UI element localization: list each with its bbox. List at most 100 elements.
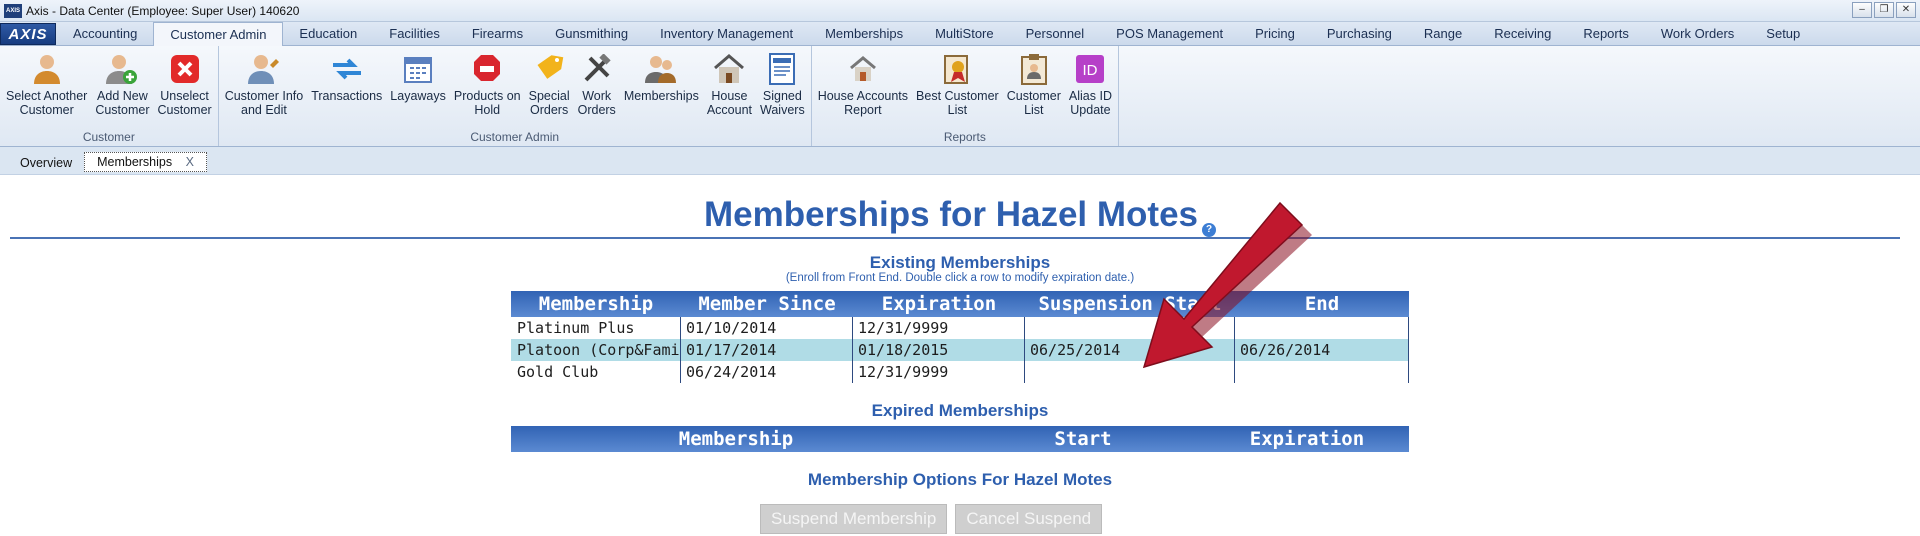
minimize-button[interactable]: – — [1852, 2, 1872, 18]
house-accounts-report-button[interactable]: House Accounts Report — [814, 46, 912, 130]
members-icon — [644, 52, 678, 86]
existing-memberships-table: Membership Member Since Expiration Suspe… — [511, 291, 1409, 383]
table-row[interactable]: Gold Club 06/24/2014 12/31/9999 — [511, 361, 1409, 383]
column-header-member-since[interactable]: Member Since — [681, 291, 853, 317]
cell-suspension-start: 06/25/2014 — [1025, 339, 1235, 361]
button-label: Unselect Customer — [157, 89, 212, 117]
button-label: Best Customer List — [916, 89, 999, 117]
tab-multistore[interactable]: MultiStore — [919, 23, 1010, 45]
button-label: Signed Waivers — [760, 89, 805, 117]
person-icon — [30, 52, 64, 86]
cancel-suspend-button[interactable]: Cancel Suspend — [955, 504, 1103, 534]
person-edit-icon — [247, 52, 281, 86]
tab-education[interactable]: Education — [283, 23, 373, 45]
page-title: Memberships for Hazel Motes? — [0, 195, 1920, 237]
select-another-customer-button[interactable]: Select Another Customer — [2, 46, 91, 130]
tab-purchasing[interactable]: Purchasing — [1311, 23, 1408, 45]
house-account-button[interactable]: House Account — [703, 46, 756, 130]
signed-waivers-button[interactable]: Signed Waivers — [756, 46, 809, 130]
layaways-button[interactable]: Layaways — [386, 46, 450, 130]
existing-memberships-note: (Enroll from Front End. Double click a r… — [785, 272, 1135, 284]
add-new-customer-button[interactable]: Add New Customer — [91, 46, 153, 130]
cell-expiration: 01/18/2015 — [853, 339, 1025, 361]
best-customer-list-button[interactable]: Best Customer List — [912, 46, 1003, 130]
cell-end: 06/26/2014 — [1235, 339, 1409, 361]
waiver-document-icon — [765, 52, 799, 86]
customer-list-button[interactable]: Customer List — [1003, 46, 1065, 130]
cell-suspension-start — [1025, 317, 1235, 339]
help-icon[interactable]: ? — [1202, 223, 1216, 237]
tab-pricing[interactable]: Pricing — [1239, 23, 1311, 45]
title-bar: AXIS Axis - Data Center (Employee: Super… — [0, 0, 1920, 22]
maximize-button[interactable]: ❐ — [1874, 2, 1894, 18]
award-list-icon — [940, 52, 974, 86]
tab-receiving[interactable]: Receiving — [1478, 23, 1567, 45]
column-header-expiration[interactable]: Expiration — [1205, 426, 1409, 452]
work-orders-button[interactable]: Work Orders — [574, 46, 620, 130]
cell-end — [1235, 361, 1409, 383]
customer-info-edit-button[interactable]: Customer Info and Edit — [221, 46, 308, 130]
tab-pos-management[interactable]: POS Management — [1100, 23, 1239, 45]
hold-icon — [470, 52, 504, 86]
column-header-membership[interactable]: Membership — [511, 291, 681, 317]
clipboard-list-icon — [1017, 52, 1051, 86]
title-divider — [10, 237, 1900, 239]
column-header-start[interactable]: Start — [961, 426, 1205, 452]
suspend-membership-button[interactable]: Suspend Membership — [760, 504, 948, 534]
ribbon-tab-bar: AXIS Accounting Customer Admin Education… — [0, 22, 1920, 46]
column-header-suspension-start[interactable]: Suspension Start — [1025, 291, 1235, 317]
doc-tab-label: Memberships — [97, 155, 173, 169]
table-row[interactable]: Platinum Plus 01/10/2014 12/31/9999 — [511, 317, 1409, 339]
group-label-customer-admin: Customer Admin — [470, 130, 560, 144]
expired-memberships-table: Membership Start Expiration — [511, 426, 1409, 452]
products-on-hold-button[interactable]: Products on Hold — [450, 46, 525, 130]
ribbon-group-customer-admin: Customer Info and Edit Transactions Laya… — [219, 46, 812, 146]
table-row-selected[interactable]: Platoon (Corp&Family) 01/17/2014 01/18/2… — [511, 339, 1409, 361]
tab-accounting[interactable]: Accounting — [57, 23, 153, 45]
tab-memberships[interactable]: Memberships — [809, 23, 919, 45]
tab-personnel[interactable]: Personnel — [1010, 23, 1101, 45]
cell-expiration: 12/31/9999 — [853, 317, 1025, 339]
button-label: Alias ID Update — [1068, 89, 1112, 117]
transactions-button[interactable]: Transactions — [307, 46, 386, 130]
axis-app-button[interactable]: AXIS — [0, 23, 56, 45]
button-label: Customer Info and Edit — [224, 89, 304, 117]
tab-range[interactable]: Range — [1408, 23, 1478, 45]
membership-actions: Suspend Membership Cancel Suspend — [760, 504, 1103, 534]
doc-tab-memberships[interactable]: Memberships X — [84, 152, 207, 172]
close-window-button[interactable]: ✕ — [1896, 2, 1916, 18]
memberships-page: Memberships for Hazel Motes? Existing Me… — [0, 175, 1920, 534]
cell-member-since: 01/10/2014 — [681, 317, 853, 339]
tab-facilities[interactable]: Facilities — [373, 23, 456, 45]
tab-customer-admin[interactable]: Customer Admin — [153, 22, 284, 46]
tab-gunsmithing[interactable]: Gunsmithing — [539, 23, 644, 45]
expired-memberships-title: Expired Memberships — [871, 401, 1049, 420]
cell-membership: Gold Club — [511, 361, 681, 383]
special-orders-button[interactable]: Special Orders — [525, 46, 574, 130]
ribbon: Select Another Customer Add New Customer… — [0, 46, 1920, 147]
memberships-button[interactable]: Memberships — [620, 46, 703, 130]
tab-firearms[interactable]: Firearms — [456, 23, 539, 45]
tab-setup[interactable]: Setup — [1750, 23, 1816, 45]
cell-member-since: 06/24/2014 — [681, 361, 853, 383]
unselect-customer-button[interactable]: Unselect Customer — [154, 46, 216, 130]
existing-memberships-title: Existing Memberships — [869, 253, 1051, 272]
page-title-text: Memberships for Hazel Motes — [704, 195, 1198, 234]
table-header: Membership Member Since Expiration Suspe… — [511, 291, 1409, 317]
doc-tab-overview[interactable]: Overview — [8, 152, 84, 174]
column-header-membership[interactable]: Membership — [511, 426, 961, 452]
cell-end — [1235, 317, 1409, 339]
ribbon-group-reports: House Accounts Report Best Customer List… — [812, 46, 1119, 146]
tab-inventory-management[interactable]: Inventory Management — [644, 23, 809, 45]
alias-id-update-button[interactable]: ID Alias ID Update — [1065, 46, 1116, 130]
tab-reports[interactable]: Reports — [1567, 23, 1645, 45]
tools-icon — [580, 52, 614, 86]
column-header-end[interactable]: End — [1235, 291, 1409, 317]
table-header: Membership Start Expiration — [511, 426, 1409, 452]
close-tab-icon[interactable]: X — [186, 155, 194, 169]
button-label: Customer List — [1006, 89, 1061, 117]
tab-work-orders[interactable]: Work Orders — [1645, 23, 1750, 45]
window-title: Axis - Data Center (Employee: Super User… — [26, 3, 300, 18]
column-header-expiration[interactable]: Expiration — [853, 291, 1025, 317]
button-label: Add New Customer — [95, 89, 150, 117]
